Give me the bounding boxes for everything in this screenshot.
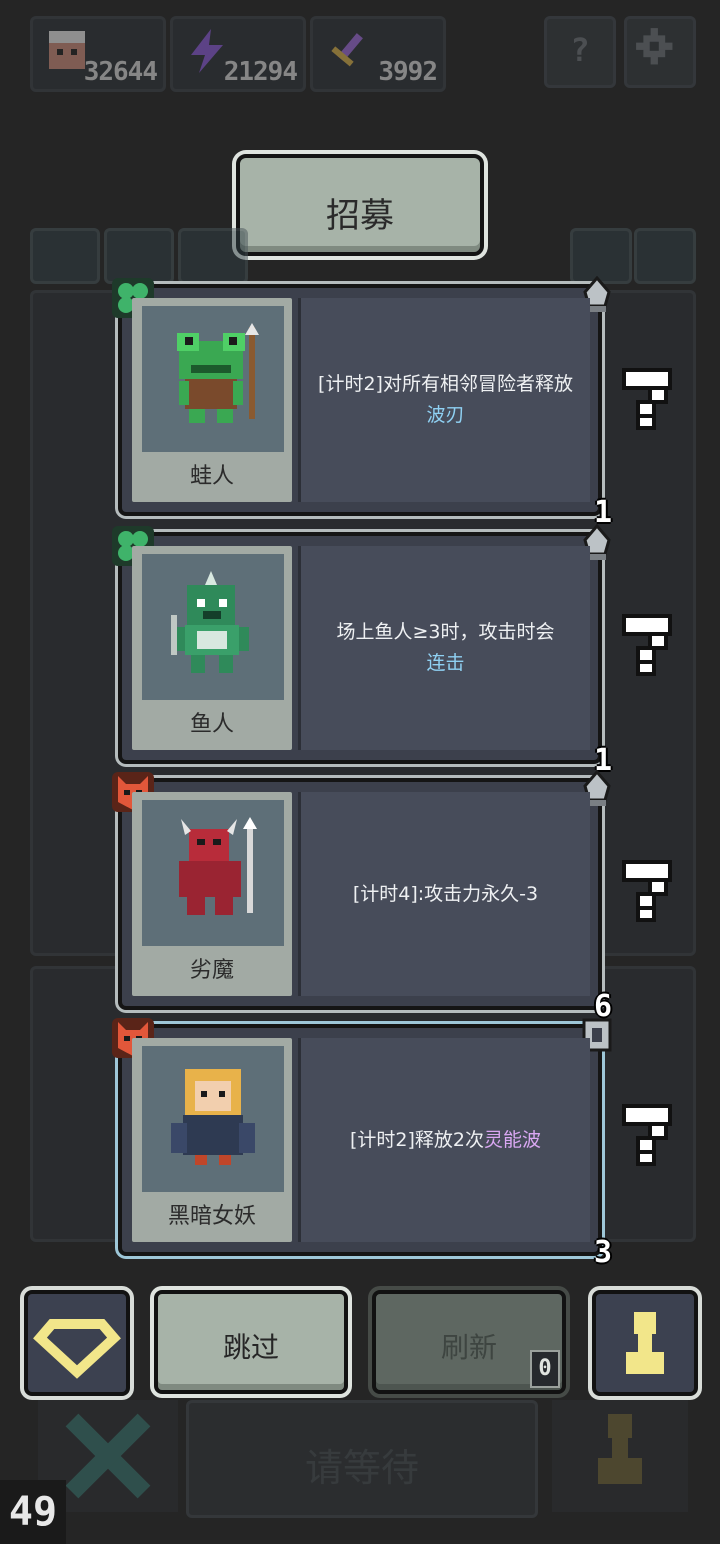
card-name: 黑暗女妖: [167, 1204, 256, 1229]
recruit-title-button[interactable]: 招募: [236, 154, 484, 256]
resource-energy-value: 21294: [223, 57, 298, 87]
card-portrait: [142, 1046, 284, 1192]
unknown-item-icon[interactable]: [622, 860, 672, 922]
refresh-count: 0: [530, 1350, 560, 1388]
card-name: 蛙人: [189, 464, 234, 489]
unknown-item-icon[interactable]: [622, 368, 672, 430]
help-button[interactable]: ?: [544, 16, 616, 88]
recruit-card-3[interactable]: 劣魔 [计时4]:攻击力永久-3 6: [112, 770, 612, 1024]
recruit-card-4[interactable]: 黑暗女妖 [计时2]释放2次灵能波 3: [112, 1018, 612, 1270]
unknown-item-icon[interactable]: [622, 614, 672, 676]
gear-icon: [636, 28, 673, 65]
refresh-button[interactable]: 刷新 0: [372, 1290, 566, 1394]
turn-number: 49: [0, 1480, 66, 1544]
unknown-item-icon[interactable]: [622, 1104, 672, 1166]
resource-hero: 32644: [30, 16, 166, 92]
frog-warrior-icon: [177, 323, 259, 423]
dim-tab-2: [104, 228, 174, 284]
skip-button[interactable]: 跳过: [154, 1290, 348, 1394]
imp-demon-icon: [179, 817, 257, 915]
settings-button[interactable]: [624, 16, 696, 88]
card-desc-keyword: 灵能波: [484, 1128, 542, 1151]
gem-button[interactable]: [24, 1290, 130, 1396]
card-name: 劣魔: [189, 958, 234, 983]
sword-icon: [331, 33, 363, 67]
card-name: 鱼人: [189, 712, 234, 737]
dim-tab-right-2: [634, 228, 696, 284]
gem-icon: [33, 1319, 121, 1379]
card-portrait: [142, 800, 284, 946]
card-portrait: [142, 554, 284, 700]
dark-sorceress-icon: [171, 1069, 255, 1165]
card-desc-text: [计时2]释放2次: [349, 1128, 484, 1151]
recruit-title: 招募: [326, 196, 394, 236]
card-desc-text: [计时4]:攻击力永久-3: [352, 882, 539, 905]
card-desc-keyword: 波刃: [426, 404, 465, 426]
card-portrait: [142, 306, 284, 452]
card-portrait-panel: 黑暗女妖: [132, 1038, 292, 1242]
pawn-icon-dim: [552, 1400, 688, 1512]
resource-energy: 21294: [170, 16, 306, 92]
card-portrait-panel: 劣魔: [132, 792, 292, 996]
card-desc-text: 场上鱼人≥3时，攻击时会: [336, 621, 555, 643]
recruit-card-1[interactable]: 蛙人 [计时2]对所有相邻冒险者释放波刃 1: [112, 276, 612, 530]
card-description: [计时2]释放2次灵能波: [298, 1038, 590, 1242]
resource-sword: 3992: [310, 16, 446, 92]
skip-label: 跳过: [222, 1331, 279, 1364]
card-description: [计时4]:攻击力永久-3: [298, 792, 590, 996]
card-portrait-panel: 鱼人: [132, 546, 292, 750]
resource-hero-value: 32644: [83, 57, 158, 87]
card-description: [计时2]对所有相邻冒险者释放波刃: [298, 298, 590, 502]
card-cost: 3: [593, 1235, 612, 1270]
pawn-icon: [626, 1312, 664, 1374]
recruit-card-2[interactable]: 鱼人 场上鱼人≥3时，攻击时会 连击 1: [112, 524, 612, 778]
fishman-icon: [171, 571, 249, 673]
card-description: 场上鱼人≥3时，攻击时会 连击: [298, 546, 590, 750]
dim-tab-1: [30, 228, 100, 284]
help-icon: ?: [570, 31, 590, 69]
dim-tab-3: [178, 228, 248, 284]
pawn-button[interactable]: [592, 1290, 698, 1396]
wait-bar: 请等待: [186, 1400, 538, 1518]
card-portrait-panel: 蛙人: [132, 298, 292, 502]
wait-label: 请等待: [304, 1446, 419, 1490]
card-desc-keyword: 连击: [426, 652, 465, 674]
card-desc-text: [计时2]对所有相邻冒险者释放: [318, 373, 573, 395]
resource-sword-value: 3992: [378, 57, 438, 87]
